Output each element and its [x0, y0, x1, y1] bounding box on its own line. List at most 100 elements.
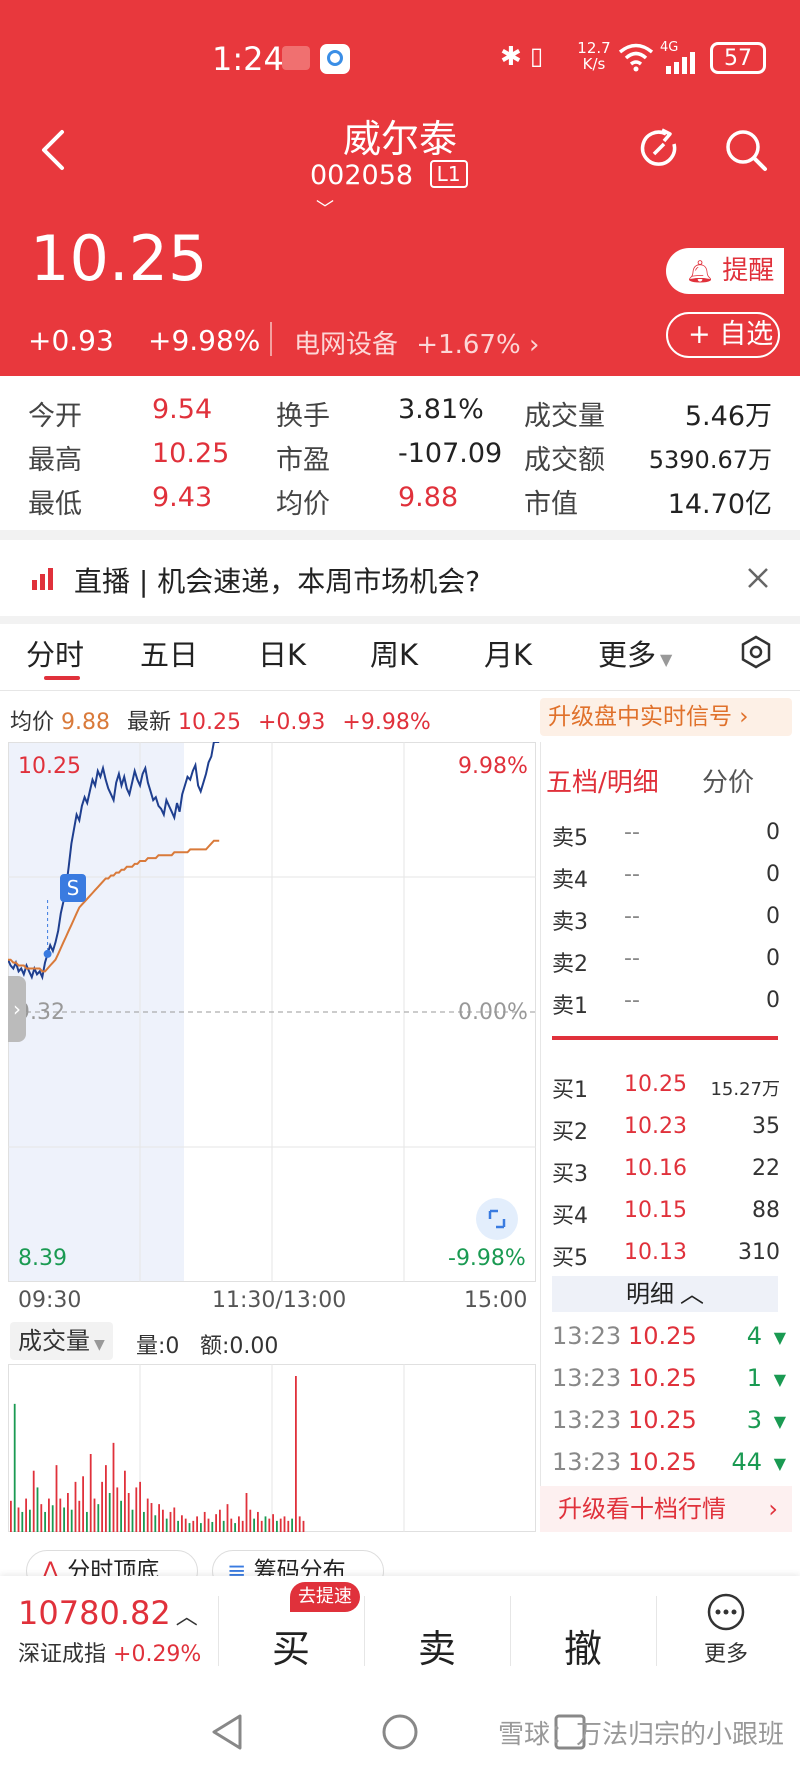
volume-bar [272, 1514, 274, 1532]
nav-back-icon[interactable] [210, 1712, 244, 1752]
settings-icon[interactable] [738, 634, 774, 670]
volume-bar [249, 1509, 252, 1532]
y-top-label: 10.25 [18, 754, 81, 779]
volume-label: 成交量 [524, 401, 605, 432]
tab-five-day[interactable]: 五日 [140, 632, 198, 674]
wifi-icon [618, 43, 654, 72]
index-value: 10780.82 [18, 1594, 171, 1632]
system-nav-bar: 雪球：万法归宗的小跟班 [0, 1686, 800, 1778]
chart-info-bar: 均价 9.88 最新 10.25 +0.93 +9.98% [10, 704, 431, 736]
chart-avg-label: 均价 [10, 710, 55, 735]
down-arrow-icon: ▼ [773, 1454, 786, 1473]
buy-level: 买4 [552, 1204, 588, 1229]
buy-button[interactable]: 买 [272, 1618, 310, 1673]
close-icon[interactable] [746, 566, 770, 590]
volume-bar [257, 1511, 259, 1532]
buy-level: 买3 [552, 1162, 588, 1187]
volume-bar [295, 1376, 297, 1532]
detail-toggle[interactable]: 明细 ︿ [552, 1276, 778, 1312]
remind-button[interactable]: 🔔︎ 提醒 [666, 248, 784, 294]
volume-bar [70, 1509, 73, 1532]
buy-row: 买2 10.23 35 [552, 1108, 780, 1148]
sell-qty: 0 [766, 904, 780, 929]
volume-bar [203, 1511, 206, 1532]
tab-daily-k[interactable]: 日K [258, 632, 306, 674]
cancel-order-button[interactable]: 撤 [564, 1618, 602, 1673]
tab-weekly-k[interactable]: 周K [370, 632, 418, 674]
buy-qty: 35 [752, 1114, 780, 1139]
sell-row: 卖5 -- 0 [552, 814, 780, 854]
buy-price: 10.15 [624, 1198, 687, 1223]
order-book-tab[interactable]: 五档/明细 [546, 762, 659, 799]
tab-indicator [44, 676, 80, 680]
volume-bar [36, 1487, 39, 1532]
trade-price: 10.25 [628, 1448, 697, 1476]
x-label-open: 09:30 [18, 1288, 82, 1313]
down-arrow-icon: ▼ [773, 1412, 786, 1431]
chart-latest-value: 10.25 [178, 710, 241, 735]
live-bars-icon [32, 568, 53, 590]
share-icon[interactable] [638, 126, 684, 172]
more-button[interactable]: 更多 [702, 1592, 750, 1672]
add-watchlist-button[interactable]: + 自选 [666, 312, 780, 358]
buy-price: 10.13 [624, 1240, 687, 1265]
low-label: 最低 [28, 489, 82, 520]
nav-home-icon[interactable] [380, 1712, 420, 1752]
volume-bar [29, 1509, 31, 1532]
more-label: 更多 [703, 1642, 748, 1667]
volume-bar [196, 1516, 198, 1532]
volume-bar [89, 1454, 92, 1532]
buy-row: 买3 10.16 22 [552, 1150, 780, 1190]
pct-bottom-label: -9.98% [448, 1246, 526, 1271]
section-divider [0, 530, 800, 540]
search-icon[interactable] [722, 126, 770, 174]
trade-time: 13:23 [552, 1406, 622, 1434]
tab-more[interactable]: 更多 ▼ [598, 632, 672, 674]
sell-level: 卖3 [552, 910, 588, 935]
live-banner[interactable]: 直播 | 机会速递，本周市场机会? [0, 542, 800, 616]
volume-bar [74, 1481, 77, 1532]
upgrade-depth-button[interactable]: 升级看十档行情 › [540, 1486, 792, 1532]
fullscreen-button[interactable] [476, 1198, 518, 1240]
sell-level: 卖1 [552, 994, 588, 1019]
sell-price: -- [624, 988, 640, 1013]
open-label: 今开 [28, 401, 82, 432]
volume-bar [10, 1500, 12, 1532]
volume-indicator-selector[interactable]: 成交量 ▼ [10, 1322, 113, 1360]
volume-bar [169, 1511, 172, 1532]
price-chart[interactable] [8, 742, 536, 1282]
sector-link[interactable]: 电网设备 +1.67% › [294, 324, 539, 361]
volume-bar [245, 1493, 248, 1532]
volume-bar [230, 1518, 233, 1532]
watermark: 雪球：万法归宗的小跟班 [498, 1720, 785, 1750]
price-distribution-tab[interactable]: 分价 [702, 762, 754, 799]
upgrade-signal-button[interactable]: 升级盘中实时信号 › [540, 698, 792, 736]
expand-handle[interactable]: › [8, 976, 26, 1042]
tab-intraday[interactable]: 分时 [26, 632, 84, 674]
volume-bar [17, 1507, 20, 1532]
volume-bar [173, 1507, 176, 1532]
volume-bar [63, 1507, 65, 1532]
volume-bar [97, 1504, 100, 1532]
volume-bar [108, 1493, 111, 1532]
volume-bar [200, 1523, 202, 1532]
volume-bar [131, 1509, 134, 1532]
sell-qty: 0 [766, 862, 780, 887]
signal-marker[interactable]: S [60, 874, 86, 902]
stock-code-selector[interactable]: 002058 L1 ﹀ [310, 160, 490, 222]
trade-row: 13:23 10.25 4 ▼ [552, 1318, 788, 1358]
speedup-badge[interactable]: 去提速 [290, 1582, 360, 1612]
volume-bar [177, 1520, 179, 1532]
tab-monthly-k[interactable]: 月K [484, 632, 532, 674]
volume-bar [241, 1520, 244, 1532]
sell-button[interactable]: 卖 [418, 1618, 456, 1673]
index-ticker[interactable]: 10780.82 ︿ 深证成指 +0.29% [18, 1594, 201, 1668]
volume-bar [268, 1518, 271, 1532]
volume-chart[interactable] [8, 1364, 536, 1532]
volume-bar [44, 1511, 46, 1532]
detail-label: 明细 [626, 1280, 674, 1308]
chart-change-pct: +9.98% [342, 710, 431, 735]
volume-bar [291, 1518, 293, 1532]
volume-bar [226, 1504, 229, 1532]
sell-price: -- [624, 904, 640, 929]
